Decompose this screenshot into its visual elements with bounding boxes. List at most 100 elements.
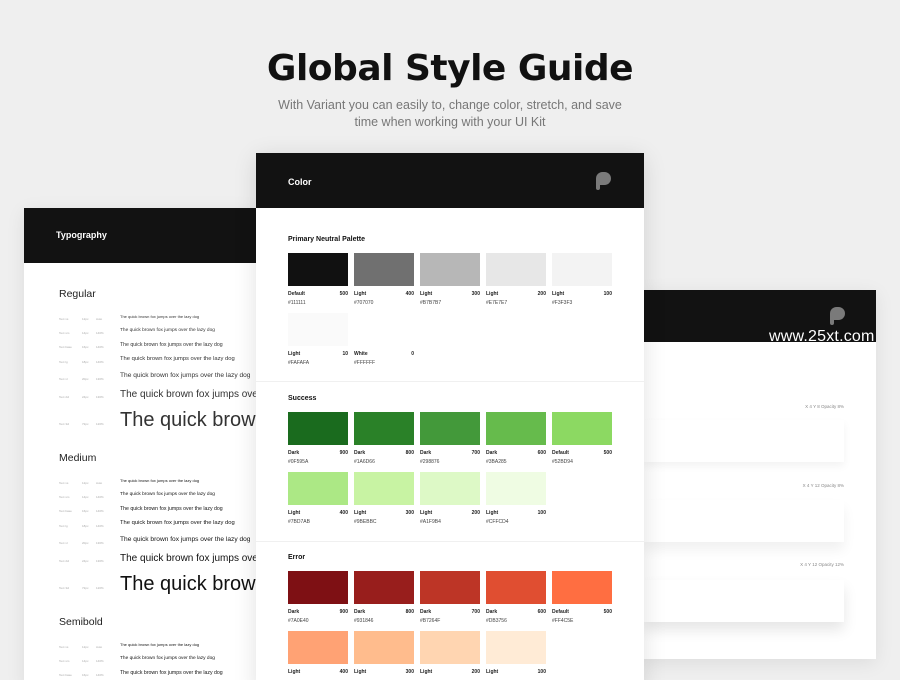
shadow-spec-label: X 4 Y 12 Opacity 12% xyxy=(800,562,844,567)
swatch-name: Light xyxy=(486,291,499,297)
swatch-hex: #A1F9B4 xyxy=(420,519,441,525)
type-style-line-height: 130% xyxy=(96,540,104,545)
type-style-size: 14px xyxy=(82,495,89,499)
type-style-size: 18px xyxy=(82,523,89,528)
swatch-name: Light xyxy=(288,669,301,675)
swatch-name: Dark xyxy=(420,450,432,456)
swatch-name: Light xyxy=(420,291,433,297)
color-swatch-box xyxy=(288,571,348,604)
swatch-hex: #707070 xyxy=(354,300,374,306)
color-swatch-box xyxy=(288,253,348,286)
swatch-weight: 500 xyxy=(603,609,612,615)
color-swatch: Light 200 #E7E7E7 xyxy=(486,253,546,306)
brand-logo-icon xyxy=(596,172,611,190)
color-swatch: Dark 600 #DB3756 xyxy=(486,571,546,624)
swatch-name: Light xyxy=(288,510,301,516)
color-swatch-box xyxy=(354,253,414,286)
swatch-weight: 400 xyxy=(339,669,348,675)
type-style-line-height: 140% xyxy=(96,495,104,499)
color-swatch: Dark 700 #B7264F xyxy=(420,571,480,624)
type-scale-row: Text xs 12px Auto The quick brown fox jumps… xyxy=(59,642,260,652)
color-panel: Color Primary Neutral Palette Default 500 #… xyxy=(256,153,644,680)
typography-section: Regular Text xs 12px Auto The quick brown fo… xyxy=(59,288,260,431)
watermark: www.25xt.com xyxy=(769,328,875,345)
type-style-size: 24px xyxy=(82,559,89,563)
type-sample-text: The quick brown fox jumps over the lazy … xyxy=(120,328,215,333)
type-sample-text: The quick brown fox jumps over the lazy … xyxy=(120,314,200,319)
type-scale-row: Text sm 14px 140% The quick brown fox jumps… xyxy=(59,656,260,666)
type-style-name: Text base xyxy=(59,509,72,513)
color-swatch: Light 400 xyxy=(288,631,348,675)
swatch-name: Light xyxy=(354,291,367,297)
shadow-spec-label: X 4 Y 12 Opacity 8% xyxy=(802,483,844,488)
shadow-spec-label: X 4 Y 8 Opacity 8% xyxy=(805,404,844,409)
type-style-size: 20px xyxy=(82,376,89,381)
type-sample-text: The quick brown fox jumps over the lazy … xyxy=(120,389,260,400)
color-swatch: Dark 700 #298876 xyxy=(420,412,480,465)
color-swatch: Light 200 #A1F9B4 xyxy=(420,472,480,525)
swatch-weight: 400 xyxy=(405,291,414,297)
type-scale-row: Text base 16px 140% The quick brown fox jum… xyxy=(59,670,260,680)
color-swatch: Light 100 #F3F3F3 xyxy=(552,253,612,306)
color-swatch-box xyxy=(288,412,348,445)
typography-header: Typography xyxy=(24,208,260,263)
color-swatch: Light 100 #CFFCD4 xyxy=(486,472,546,525)
swatch-weight: 10 xyxy=(342,351,348,357)
type-scale-row: Text 3xl 72px 120% The quick brown fox jump… xyxy=(59,409,260,439)
swatch-hex: #FFFFFF xyxy=(354,360,376,366)
type-style-line-height: 120% xyxy=(96,586,104,590)
type-style-size: 18px xyxy=(82,359,89,364)
swatch-name: Default xyxy=(552,609,569,615)
type-scale-row: Text xs 12px Auto The quick brown fox jumps… xyxy=(59,478,260,488)
color-swatch-box xyxy=(354,313,414,346)
brand-logo-icon xyxy=(830,307,845,325)
color-swatch-box xyxy=(354,571,414,604)
color-swatch: Default 500 #111111 xyxy=(288,253,348,306)
section-divider xyxy=(256,381,644,382)
swatch-weight: 600 xyxy=(537,609,546,615)
swatch-hex: #7BD7AB xyxy=(288,519,310,525)
type-style-size: 16px xyxy=(82,345,89,349)
color-swatch-box xyxy=(486,631,546,664)
swatch-weight: 200 xyxy=(537,291,546,297)
type-style-name: Text sm xyxy=(59,495,70,499)
color-swatch: Light 200 xyxy=(420,631,480,675)
typography-section: Semibold Text xs 12px Auto The quick brown f… xyxy=(59,616,260,677)
type-style-size: 16px xyxy=(82,509,89,513)
color-swatch: Light 300 xyxy=(354,631,414,675)
type-scale-row: Text sm 14px 140% The quick brown fox jumps… xyxy=(59,492,260,502)
type-style-line-height: Auto xyxy=(96,645,103,649)
type-scale-row: Text 3xl 72px 120% The quick brown fox jump… xyxy=(59,573,260,603)
type-sample-text: The quick brown fox jumps over the lazy … xyxy=(120,573,260,595)
type-style-line-height: 130% xyxy=(96,559,104,563)
swatch-hex: #E7E7E7 xyxy=(486,300,508,306)
swatch-hex: #3BA285 xyxy=(486,459,507,465)
type-sample-text: The quick brown fox jumps over the lazy … xyxy=(120,656,215,661)
type-style-line-height: 130% xyxy=(96,395,104,399)
type-style-size: 24px xyxy=(82,395,89,399)
swatch-weight: 400 xyxy=(339,510,348,516)
type-style-size: 72px xyxy=(82,422,89,426)
type-style-name: Text base xyxy=(59,673,72,677)
type-style-name: Text 3xl xyxy=(59,586,70,590)
type-style-name: Text xl xyxy=(59,540,68,545)
type-sample-text: The quick brown fox jumps over the lazy … xyxy=(120,478,200,483)
type-sample-text: The quick brown fox jumps over the lazy … xyxy=(120,553,260,564)
type-style-line-height: Auto xyxy=(96,481,103,485)
swatch-hex: #FF4C5E xyxy=(552,618,574,624)
type-sample-text: The quick brown fox jumps over the lazy … xyxy=(120,520,235,526)
type-style-size: 12px xyxy=(82,481,89,485)
type-style-line-height: 140% xyxy=(96,673,104,677)
swatch-name: Dark xyxy=(486,609,498,615)
type-sample-text: The quick brown fox jumps over the lazy … xyxy=(120,670,223,676)
swatch-hex: #CFFCD4 xyxy=(486,519,509,525)
color-swatch: Light 300 #B7B7B7 xyxy=(420,253,480,306)
swatch-name: Light xyxy=(486,510,499,516)
swatch-name: Light xyxy=(420,669,433,675)
swatch-name: White xyxy=(354,351,368,357)
swatch-hex: #9BEBBC xyxy=(354,519,377,525)
type-style-size: 12px xyxy=(82,317,89,321)
color-swatch: Light 400 #707070 xyxy=(354,253,414,306)
type-sample-text: The quick brown fox jumps over the lazy … xyxy=(120,372,251,379)
type-style-name: Text xs xyxy=(59,317,69,321)
